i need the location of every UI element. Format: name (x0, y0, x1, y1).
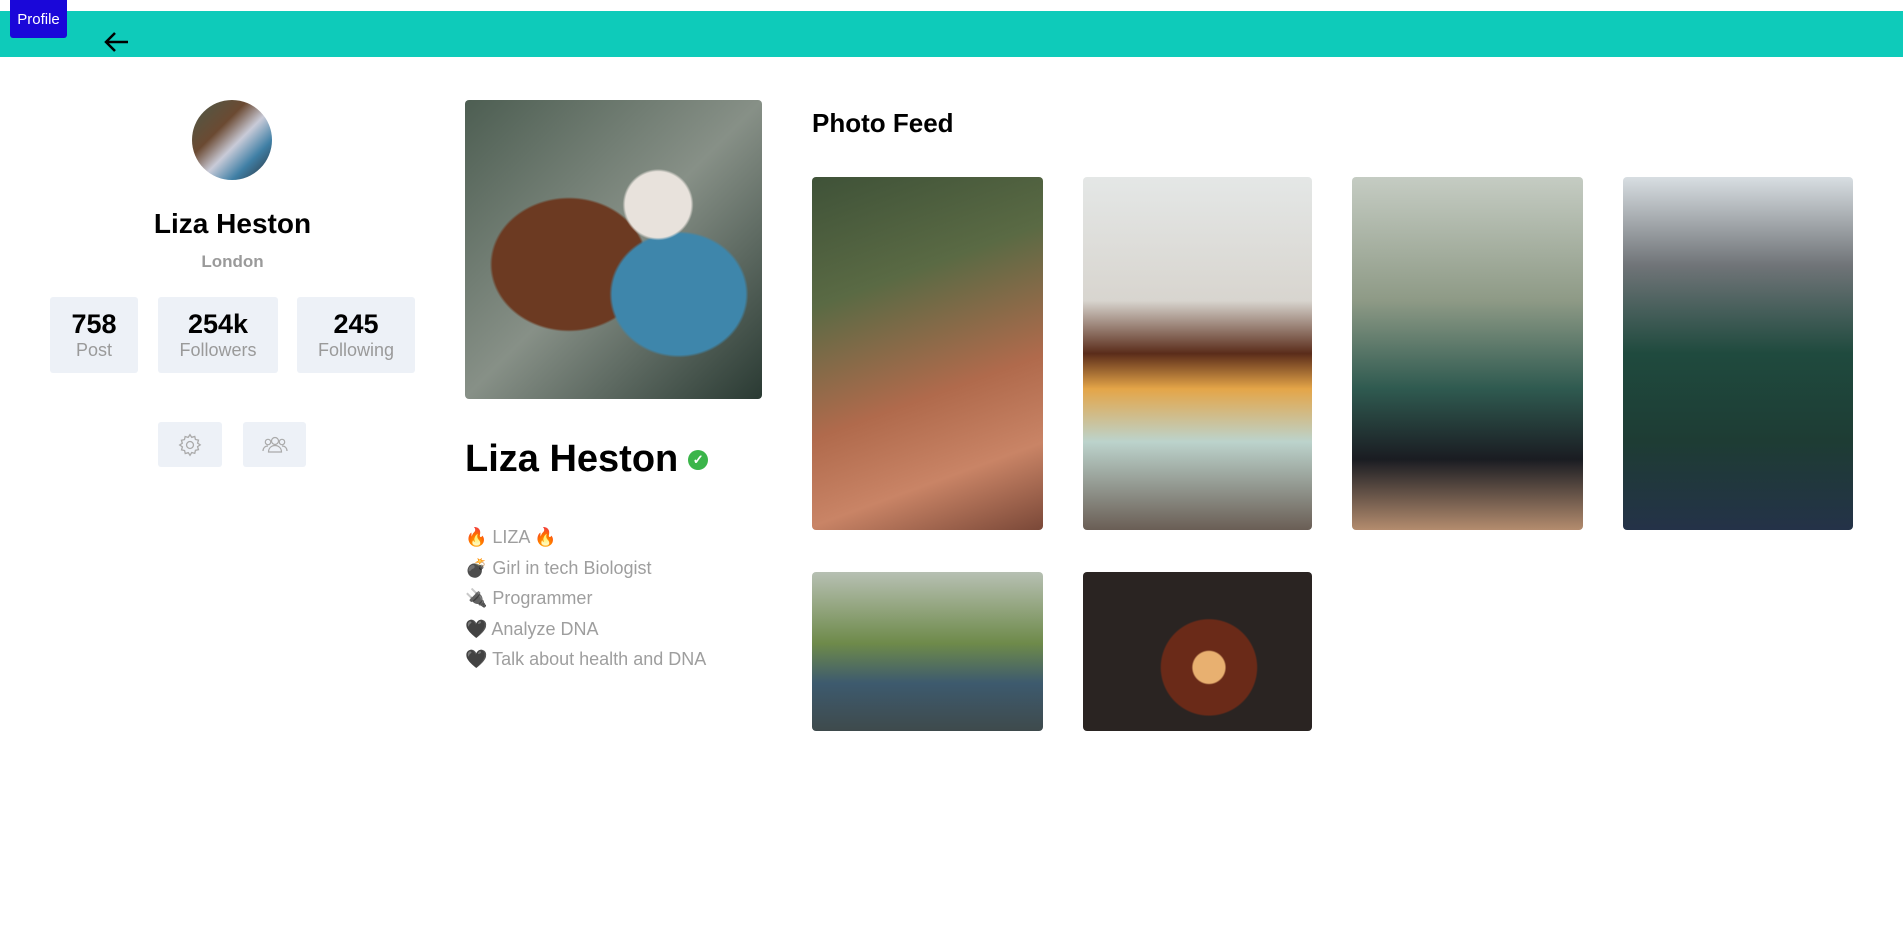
friends-button[interactable] (243, 422, 306, 467)
stat-value: 245 (333, 309, 379, 339)
profile-badge[interactable]: Profile (10, 0, 67, 38)
profile-name-text: Liza Heston (465, 438, 679, 480)
feed-photo[interactable] (812, 572, 1043, 731)
verified-check-icon: ✓ (688, 449, 709, 470)
stat-value: 758 (71, 309, 117, 339)
users-icon (261, 436, 288, 453)
feed-photo[interactable] (1083, 177, 1312, 530)
bio-line: 🔌 Programmer (465, 588, 593, 608)
arrow-left-icon[interactable] (102, 27, 132, 57)
stat-label: Following (317, 340, 395, 360)
stat-label: Post (75, 340, 113, 360)
stat-followers[interactable]: 254k Followers (158, 297, 278, 373)
feed-photo[interactable] (1623, 177, 1853, 530)
stat-value: 254k (187, 309, 249, 339)
bio-line: 💣 Girl in tech Biologist (465, 557, 652, 578)
bio-line: 🔥 LIZA 🔥 (465, 527, 557, 547)
bio-line: 🖤 Talk about health and DNA (465, 649, 707, 669)
avatar (192, 100, 272, 180)
feed-title: Photo Feed (812, 108, 954, 138)
gear-icon (178, 433, 202, 456)
feed-photo[interactable] (812, 177, 1043, 530)
feed-photo[interactable] (1352, 177, 1583, 530)
bio: 🔥 LIZA 🔥 💣 Girl in tech Biologist 🔌 Prog… (465, 522, 706, 675)
sidebar-location: London (201, 252, 264, 271)
feed-photo[interactable] (1083, 572, 1312, 731)
sidebar-name: Liza Heston (153, 208, 312, 239)
profile-name: Liza Heston ✓ (465, 438, 709, 481)
bio-line: 🖤 Analyze DNA (465, 618, 599, 639)
settings-button[interactable] (158, 422, 222, 467)
profile-photo (465, 100, 762, 399)
stat-posts[interactable]: 758 Post (50, 297, 138, 373)
top-bar (0, 11, 1903, 57)
stat-label: Followers (179, 340, 257, 360)
stat-following[interactable]: 245 Following (297, 297, 415, 373)
